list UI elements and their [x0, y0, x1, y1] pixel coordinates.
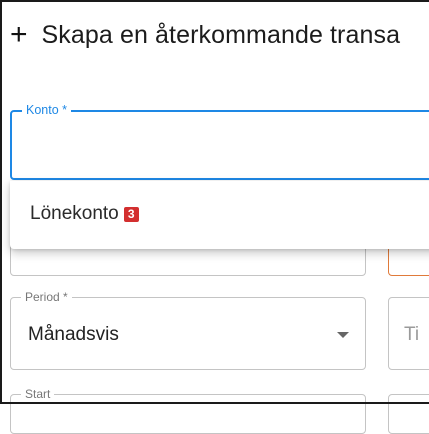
period-label: Period *: [21, 290, 72, 304]
start-label: Start: [21, 387, 55, 401]
konto-label: Konto *: [22, 103, 72, 117]
konto-option-lonekonto[interactable]: Lönekonto 3: [30, 203, 139, 225]
konto-option-badge: 3: [123, 206, 139, 222]
titel-field-text: Ti: [404, 324, 420, 345]
start-field[interactable]: Start: [10, 387, 366, 434]
konto-field[interactable]: Konto *: [10, 103, 429, 180]
chevron-down-icon: [337, 332, 349, 338]
period-value: Månadsvis: [28, 324, 119, 345]
titel-field[interactable]: Ti: [388, 297, 429, 370]
dialog-header: + Skapa en återkommande transa: [10, 20, 400, 50]
konto-option-label: Lönekonto: [30, 203, 119, 224]
dialog-title: Skapa en återkommande transa: [41, 20, 401, 49]
konto-dropdown-menu: Lönekonto 3: [10, 181, 429, 249]
start-field-right[interactable]: [388, 394, 429, 434]
period-select[interactable]: Period * Månadsvis: [10, 290, 366, 370]
plus-icon: +: [10, 18, 28, 51]
